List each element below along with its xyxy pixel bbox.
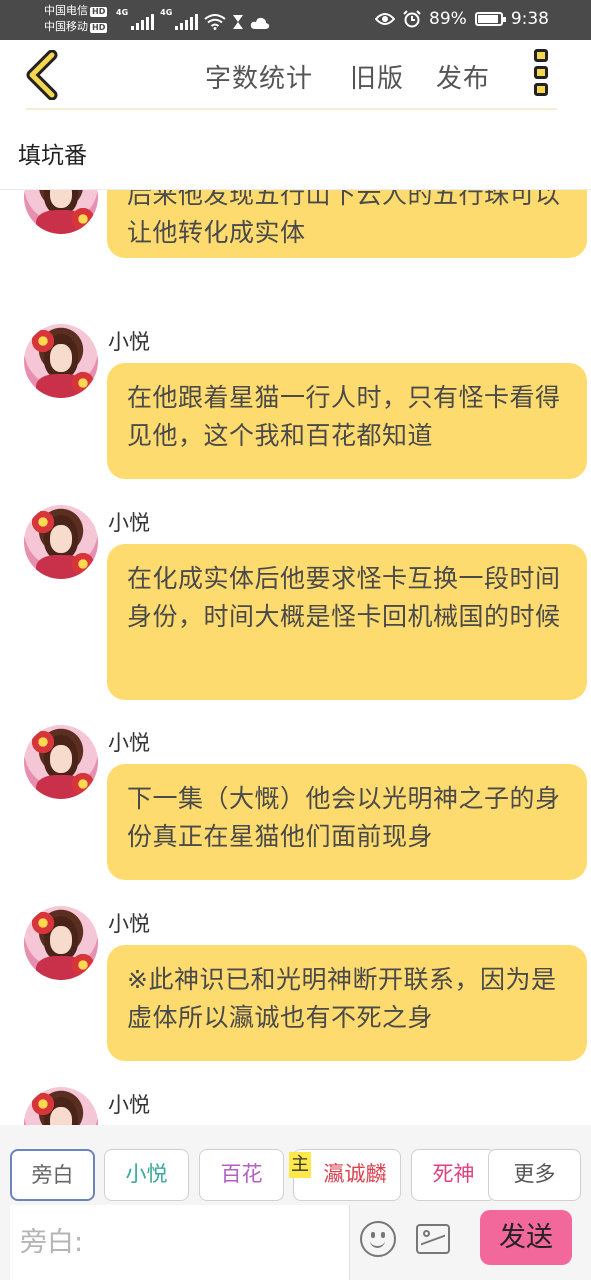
battery-icon — [474, 12, 506, 26]
signal-icon — [131, 14, 155, 30]
signal-icon — [175, 14, 199, 30]
character-label: 更多 — [513, 1162, 556, 1186]
character-chip-narrator[interactable]: 旁白 — [10, 1149, 95, 1201]
avatar[interactable] — [24, 725, 98, 799]
send-button[interactable]: 发送 — [480, 1210, 572, 1265]
wifi-icon — [204, 14, 226, 30]
avatar[interactable] — [24, 906, 98, 980]
menu-dot — [534, 49, 548, 62]
character-label: 死神 — [432, 1162, 475, 1186]
sender-name: 小悦 — [108, 1093, 150, 1117]
character-label: 旁白 — [31, 1163, 74, 1187]
sender-name: 小悦 — [108, 511, 150, 535]
carrier-info: 中国电信 HD 中国移动 HD — [44, 3, 108, 35]
network-type-2: 4G — [160, 8, 173, 17]
sender-name: 小悦 — [108, 330, 150, 354]
avatar[interactable] — [24, 190, 98, 234]
avatar[interactable] — [24, 324, 98, 398]
image-icon[interactable] — [416, 1224, 450, 1254]
carrier-1: 中国电信 — [44, 4, 88, 17]
status-bar: 中国电信 HD 中国移动 HD 4G 4G 89% 9:38 — [0, 0, 591, 40]
word-count-button[interactable]: 字数统计 — [205, 58, 313, 95]
chat-list[interactable]: 后来他发现五行山下云人的五行珠可以让他转化成实体 小悦 在他跟着星猫一行人时，只… — [0, 190, 591, 1125]
hd-badge: HD — [90, 23, 108, 33]
alarm-icon — [403, 10, 421, 28]
sender-name: 小悦 — [108, 912, 150, 936]
status-right: 89% 9:38 — [375, 9, 549, 29]
emoji-icon[interactable] — [360, 1221, 396, 1257]
menu-dot — [534, 83, 548, 96]
character-label: 瀛诚麟 — [323, 1162, 387, 1186]
message-bubble[interactable]: ※此神识已和光明神断开联系，因为是虚体所以瀛诚也有不死之身 — [107, 945, 587, 1061]
more-options-button[interactable] — [534, 49, 552, 101]
message-input[interactable] — [10, 1205, 350, 1280]
message-bubble[interactable]: 后来他发现五行山下云人的五行珠可以让他转化成实体 — [107, 190, 587, 258]
avatar[interactable] — [24, 1087, 98, 1125]
character-label: 百花 — [220, 1162, 263, 1186]
publish-button[interactable]: 发布 — [436, 58, 490, 95]
message-bubble[interactable]: 在他跟着星猫一行人时，只有怪卡看得见他，这个我和百花都知道 — [107, 363, 587, 479]
chevron-left-icon — [26, 49, 58, 101]
character-chip-shishen[interactable]: 死神 — [411, 1149, 496, 1201]
network-icons: 4G 4G — [116, 8, 270, 30]
title-row — [0, 110, 591, 190]
more-characters-button[interactable]: 更多 — [488, 1149, 581, 1201]
host-badge: 主 — [289, 1152, 311, 1178]
sender-name: 小悦 — [108, 731, 150, 755]
old-version-button[interactable]: 旧版 — [350, 58, 404, 95]
message-bubble[interactable]: 下一集（大慨）他会以光明神之子的身份真正在星猫他们面前现身 — [107, 764, 587, 880]
back-button[interactable] — [20, 49, 64, 101]
character-label: 小悦 — [125, 1162, 168, 1186]
hd-badge: HD — [90, 7, 108, 17]
avatar[interactable] — [24, 505, 98, 579]
battery-percent: 89% — [429, 9, 467, 29]
message-bubble[interactable]: 在化成实体后他要求怪卡互换一段时间身份，时间大概是怪卡回机械国的时候 — [107, 544, 587, 700]
eye-icon — [375, 13, 396, 25]
cloud-icon — [251, 17, 270, 29]
carrier-2: 中国移动 — [44, 20, 88, 33]
clock: 9:38 — [510, 9, 549, 29]
character-chip-xiaoyue[interactable]: 小悦 — [104, 1149, 189, 1201]
network-type-1: 4G — [116, 8, 129, 17]
hourglass-icon — [233, 15, 244, 29]
menu-dot — [534, 66, 548, 79]
page-title: 填坑番 — [18, 143, 87, 169]
character-chip-baihua[interactable]: 百花 — [199, 1149, 284, 1201]
